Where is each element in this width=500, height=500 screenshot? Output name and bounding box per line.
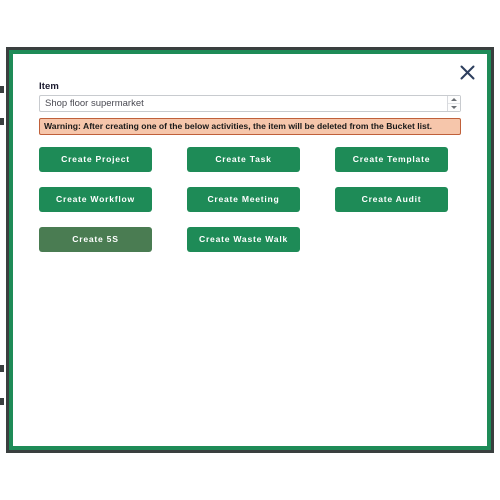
create-workflow-button[interactable]: Create Workflow xyxy=(39,186,152,212)
activity-button-slot: Create Meeting xyxy=(187,186,300,212)
background-edge-tick xyxy=(0,118,4,125)
spinner-up-button[interactable] xyxy=(448,96,460,104)
activity-button-slot: Create Template xyxy=(335,146,448,172)
create-template-button[interactable]: Create Template xyxy=(335,146,448,172)
create-project-button[interactable]: Create Project xyxy=(39,146,152,172)
close-icon xyxy=(460,65,475,80)
item-select-value: Shop floor supermarket xyxy=(45,98,144,109)
dialog-body: Item Shop floor supermarket Warning: Aft… xyxy=(13,54,487,446)
activity-button-slot: Create Audit xyxy=(335,186,448,212)
create-waste-walk-button[interactable]: Create Waste Walk xyxy=(187,226,300,252)
warning-banner: Warning: After creating one of the below… xyxy=(39,118,461,135)
create-5s-button[interactable]: Create 5S xyxy=(39,226,152,252)
activity-button-slot: Create Task xyxy=(187,146,300,172)
item-spinner[interactable] xyxy=(447,96,460,111)
background-edge-tick xyxy=(0,365,4,372)
create-task-button[interactable]: Create Task xyxy=(187,146,300,172)
activity-button-grid: Create Project Create Task Create Templa… xyxy=(39,146,461,252)
item-field-label: Item xyxy=(39,81,59,92)
activity-button-slot: Create Workflow xyxy=(39,186,152,212)
create-meeting-button[interactable]: Create Meeting xyxy=(187,186,300,212)
spinner-down-button[interactable] xyxy=(448,104,460,111)
activity-button-row: Create 5S Create Waste Walk xyxy=(39,226,461,252)
background-edge-tick xyxy=(0,398,4,405)
activity-button-slot xyxy=(335,227,448,252)
close-button[interactable] xyxy=(456,61,478,83)
background-edge-tick xyxy=(0,86,4,93)
chevron-up-icon xyxy=(451,98,457,101)
item-select-field[interactable]: Shop floor supermarket xyxy=(39,95,461,112)
create-audit-button[interactable]: Create Audit xyxy=(335,186,448,212)
dialog-accent-border: Item Shop floor supermarket Warning: Aft… xyxy=(9,50,491,450)
activity-button-slot: Create Waste Walk xyxy=(187,226,300,252)
activity-button-row: Create Workflow Create Meeting Create Au… xyxy=(39,186,461,212)
create-activity-dialog: Item Shop floor supermarket Warning: Aft… xyxy=(6,47,494,453)
activity-button-slot: Create 5S xyxy=(39,226,152,252)
activity-button-slot: Create Project xyxy=(39,146,152,172)
empty-button-placeholder xyxy=(335,227,448,252)
chevron-down-icon xyxy=(451,106,457,109)
activity-button-row: Create Project Create Task Create Templa… xyxy=(39,146,461,172)
